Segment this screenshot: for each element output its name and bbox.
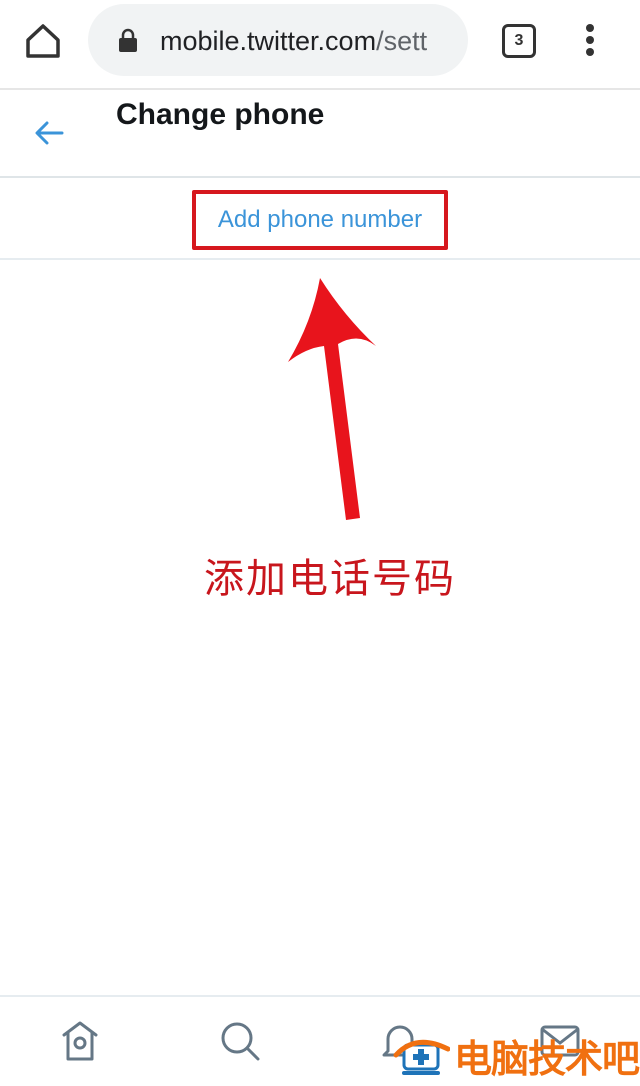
address-bar[interactable]: mobile.twitter.com/sett: [88, 4, 468, 76]
watermark-logo-icon: [393, 1039, 450, 1075]
add-phone-row: Add phone number: [0, 178, 640, 260]
browser-toolbar: mobile.twitter.com/sett 3: [0, 0, 640, 90]
watermark: 电脑技术吧: [392, 1030, 640, 1081]
menu-dot: [586, 48, 594, 56]
arrow-left-icon: [35, 121, 64, 145]
menu-dot: [586, 36, 594, 44]
watermark-text: 电脑技术吧: [454, 1036, 640, 1081]
url-domain: mobile.twitter.com: [160, 26, 377, 56]
browser-home-button[interactable]: [22, 20, 64, 62]
tab-switcher-button[interactable]: 3: [502, 24, 536, 58]
page-title: Change phone: [116, 98, 325, 131]
nav-search[interactable]: [218, 1019, 262, 1063]
add-phone-number-link[interactable]: Add phone number: [192, 190, 448, 250]
url-text[interactable]: mobile.twitter.com/sett: [160, 26, 452, 57]
search-icon: [221, 1022, 260, 1061]
url-path: /sett: [376, 26, 428, 56]
lock-icon: [119, 28, 137, 52]
more-vertical-icon: [586, 24, 594, 32]
annotation-label: 添加电话号码: [204, 556, 456, 602]
browser-menu-button[interactable]: [580, 22, 600, 58]
back-button[interactable]: [32, 118, 68, 148]
page-header: Change phone: [0, 90, 640, 178]
annotation-arrow-icon: [288, 278, 376, 520]
home-icon: [62, 1021, 98, 1061]
home-icon: [26, 24, 60, 58]
nav-home[interactable]: [58, 1019, 102, 1063]
